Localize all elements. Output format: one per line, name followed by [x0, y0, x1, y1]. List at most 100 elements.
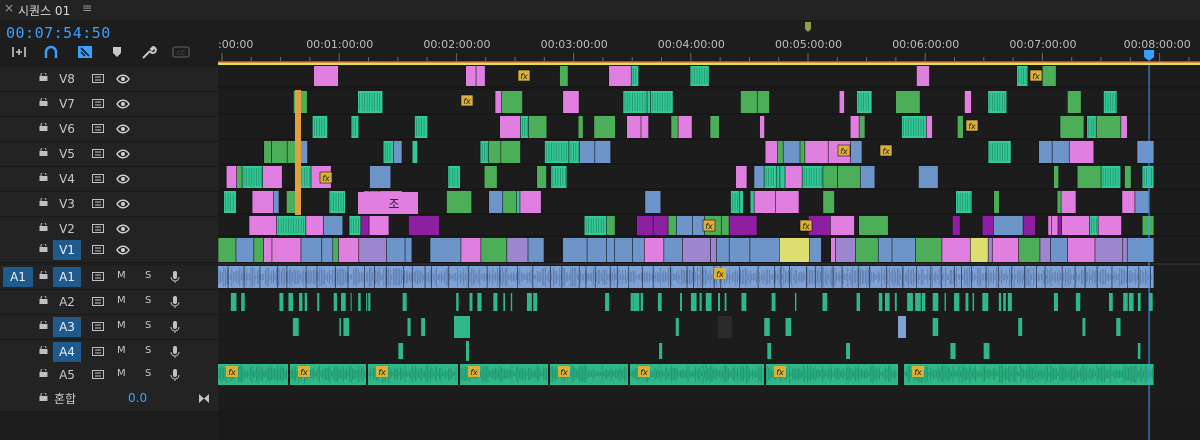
audio-clip[interactable] [680, 293, 682, 311]
video-clip[interactable] [839, 91, 845, 113]
video-clip[interactable] [735, 166, 747, 188]
audio-clip[interactable] [1116, 318, 1121, 336]
audio-clip[interactable] [771, 293, 776, 311]
video-clip[interactable] [878, 238, 893, 262]
audio-clip[interactable] [456, 293, 459, 311]
video-clip[interactable] [993, 216, 1024, 235]
video-clip[interactable] [822, 166, 838, 188]
video-clip[interactable] [271, 238, 301, 262]
audio-clip[interactable] [1123, 293, 1128, 311]
video-clip[interactable] [488, 191, 503, 213]
video-clip[interactable] [765, 141, 778, 163]
video-clip[interactable] [775, 191, 799, 213]
video-clip[interactable] [1121, 191, 1135, 213]
video-clip[interactable] [830, 216, 855, 235]
audio-clip[interactable] [493, 293, 498, 311]
audio-clip[interactable] [510, 293, 513, 311]
video-clip[interactable] [249, 216, 277, 235]
lock-icon[interactable] [39, 173, 48, 181]
sync-lock-icon[interactable] [92, 245, 104, 254]
video-clip[interactable] [1018, 238, 1040, 262]
video-clip[interactable] [1122, 238, 1128, 262]
track-label-v2[interactable]: V2 [53, 219, 81, 239]
lock-icon[interactable] [39, 321, 48, 329]
video-clip[interactable] [650, 91, 673, 113]
video-clip[interactable] [1061, 216, 1090, 235]
track-label-v8[interactable]: V8 [53, 69, 81, 89]
video-clip[interactable] [1142, 216, 1154, 235]
track-header-v5[interactable]: V5 [0, 142, 218, 167]
audio-clip[interactable] [982, 293, 989, 311]
video-clip[interactable] [668, 216, 677, 235]
video-clip[interactable] [859, 116, 865, 138]
track-label-v3[interactable]: V3 [53, 194, 81, 214]
video-clip[interactable] [383, 141, 394, 163]
adjustment-layer-clip[interactable] [295, 90, 301, 215]
solo-button[interactable]: S [145, 295, 151, 306]
time-ruler[interactable]: :00:00 00:01:00:00 00:02:00:00 00:03:00:00 0… [218, 20, 1200, 65]
video-clip[interactable] [1042, 66, 1056, 86]
track-header-a1[interactable]: A1 A1 M S [0, 265, 218, 290]
audio-clip[interactable] [279, 293, 284, 311]
video-clip[interactable] [226, 166, 237, 188]
track-lane-audio[interactable] [218, 340, 1200, 362]
audio-clip[interactable] [764, 318, 770, 336]
audio-clip[interactable] [699, 293, 702, 311]
video-clip[interactable] [783, 141, 801, 163]
close-tab-icon[interactable]: × [4, 1, 14, 15]
audio-clip[interactable] [533, 293, 538, 311]
video-clip[interactable] [804, 141, 829, 163]
lock-icon[interactable] [39, 271, 48, 279]
audio-clip[interactable] [1149, 293, 1153, 311]
video-clip[interactable] [305, 216, 324, 235]
video-clip[interactable] [300, 238, 322, 262]
video-clip[interactable] [993, 191, 999, 213]
video-clip[interactable] [647, 91, 651, 113]
track-label-a2[interactable]: A2 [53, 292, 81, 312]
eye-icon[interactable] [116, 224, 130, 234]
video-clip[interactable] [710, 116, 720, 138]
track-header-a4[interactable]: A4 M S [0, 340, 218, 365]
video-clip[interactable] [710, 238, 717, 262]
audio-clip[interactable] [983, 343, 990, 359]
audio-clip[interactable] [705, 293, 712, 311]
video-clip[interactable] [830, 238, 836, 262]
go-to-end-icon[interactable] [199, 394, 209, 403]
video-clip[interactable] [253, 238, 264, 262]
audio-clip[interactable] [954, 293, 960, 311]
audio-clip[interactable] [950, 343, 956, 359]
linked-selection-icon[interactable] [76, 44, 94, 60]
video-clip[interactable] [678, 116, 692, 138]
video-clip[interactable] [992, 238, 1019, 262]
audio-clip[interactable] [878, 293, 883, 311]
video-clip[interactable] [606, 216, 615, 235]
track-header-v1[interactable]: V1 [0, 238, 218, 263]
video-clip[interactable] [501, 91, 523, 113]
audio-clip[interactable] [965, 293, 969, 311]
video-clip[interactable] [779, 238, 810, 262]
sync-lock-icon[interactable] [92, 174, 104, 183]
video-clip[interactable] [850, 116, 860, 138]
audio-clip[interactable] [921, 293, 926, 311]
mute-button[interactable]: M [117, 345, 126, 356]
audio-clip[interactable] [675, 318, 679, 336]
audio-clip[interactable] [1003, 293, 1006, 311]
audio-clip[interactable] [657, 293, 662, 311]
microphone-icon[interactable] [170, 345, 180, 359]
track-header-v8[interactable]: V8 [0, 67, 218, 92]
timeline-tracks-area[interactable]: fxfxfxfxfxfxfxfxfxfx조fxfxfxfxfxfxfxfxfx [218, 65, 1200, 440]
video-clip[interactable] [313, 66, 339, 86]
microphone-icon[interactable] [170, 295, 180, 309]
video-clip[interactable] [729, 238, 750, 262]
eye-icon[interactable] [116, 199, 130, 209]
track-header-a2[interactable]: A2 M S [0, 290, 218, 315]
audio-clip[interactable] [466, 341, 469, 361]
lock-icon[interactable] [39, 148, 48, 156]
snap-magnet-icon[interactable] [42, 44, 60, 60]
audio-clip[interactable] [358, 293, 361, 311]
video-clip[interactable] [1096, 116, 1121, 138]
audio-clip[interactable] [785, 318, 792, 336]
video-clip[interactable] [1057, 216, 1062, 235]
audio-clip[interactable] [317, 293, 320, 311]
eye-icon[interactable] [116, 174, 130, 184]
